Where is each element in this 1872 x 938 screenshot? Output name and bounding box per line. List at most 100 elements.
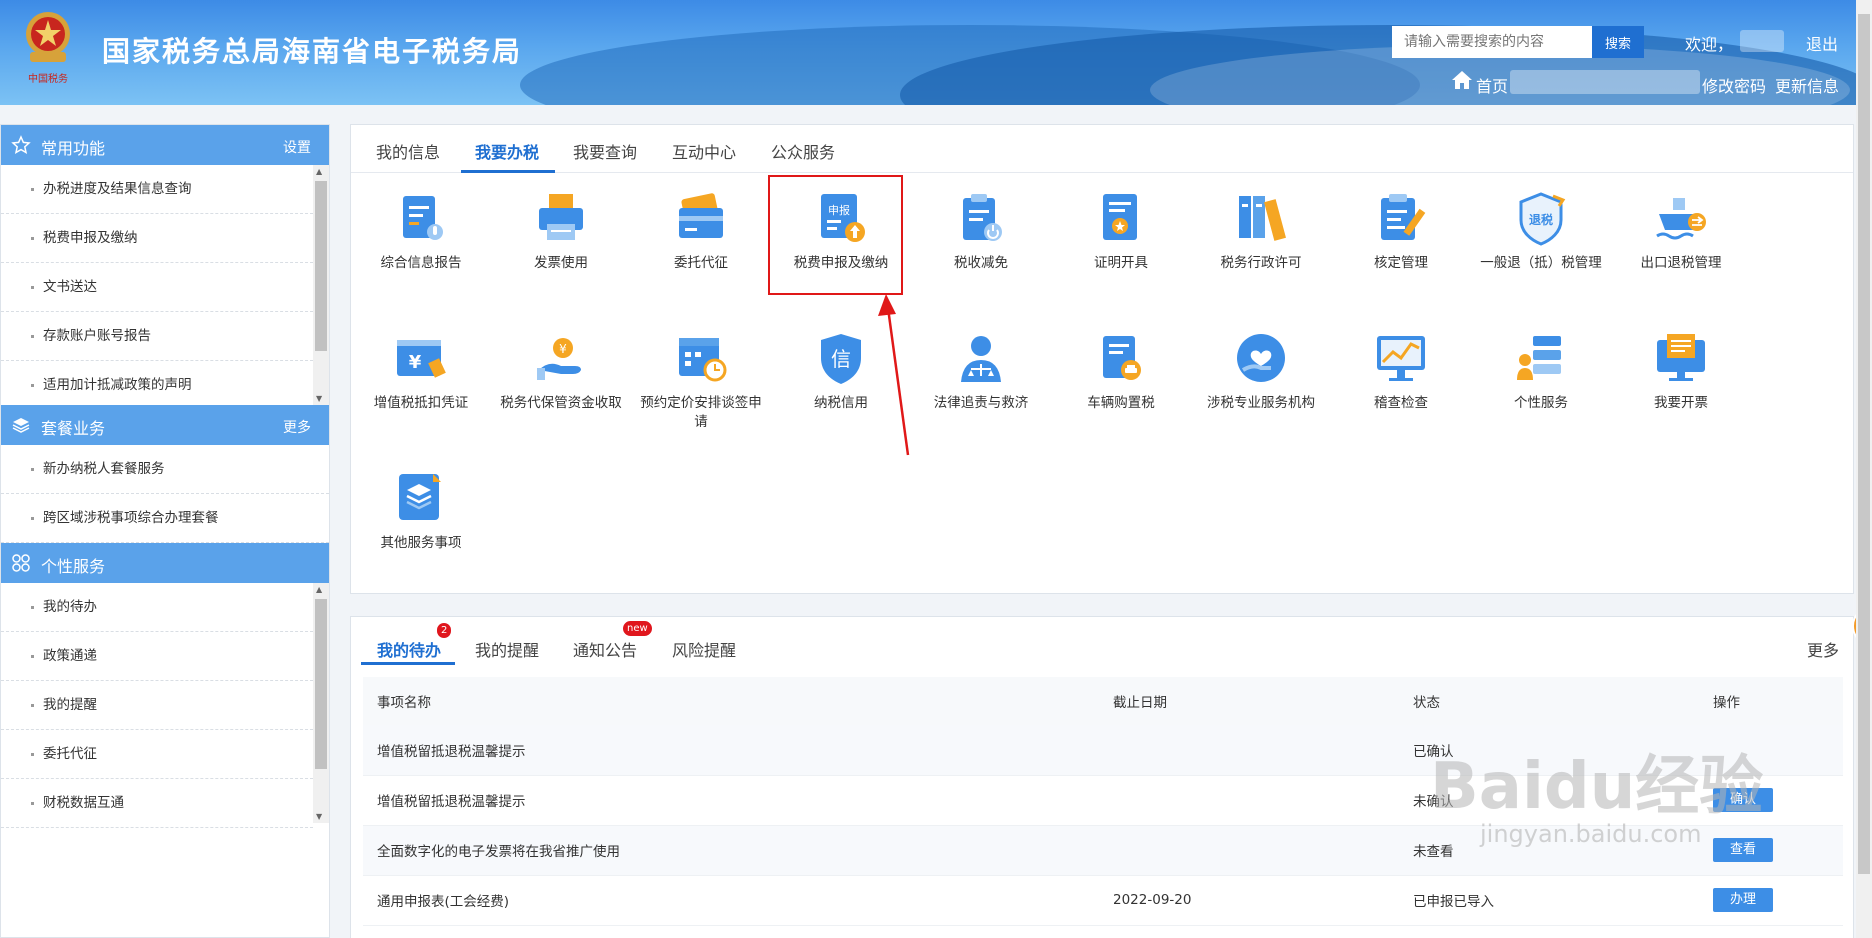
ship-icon <box>1656 198 1706 240</box>
edit-clipboard-icon <box>1381 194 1426 240</box>
sidebar-item[interactable]: 新办纳税人套餐服务 <box>1 445 329 494</box>
scroll-up-icon[interactable]: ▲ <box>316 585 322 594</box>
service-legal-remedy[interactable]: 法律追责与救济 <box>916 330 1046 413</box>
home-link[interactable]: 首页 <box>1476 73 1508 97</box>
service-professional-agency[interactable]: 涉税专业服务机构 <box>1196 330 1326 413</box>
settings-link[interactable]: 设置 <box>283 137 311 157</box>
scroll-thumb[interactable] <box>315 599 327 769</box>
service-administrative-license[interactable]: 税务行政许可 <box>1196 190 1326 273</box>
sidebar-item[interactable]: 文书送达 <box>1 263 313 312</box>
sidebar-item[interactable]: 适用加计抵减政策的声明 <box>1 361 313 410</box>
tab-tax-handling[interactable]: 我要办税 <box>475 139 539 163</box>
calendar-clock-icon <box>679 338 727 382</box>
service-export-refund[interactable]: 出口退税管理 <box>1616 190 1746 273</box>
refund-icon: 退税 <box>1519 192 1566 246</box>
service-certificate-issuance[interactable]: 证明开具 <box>1056 190 1186 273</box>
sidebar-item[interactable]: 政策通递 <box>1 632 313 681</box>
report-icon <box>403 196 443 240</box>
col-header: 截止日期 <box>1099 677 1399 725</box>
certificate-icon <box>1103 194 1137 240</box>
more-link[interactable]: 更多 <box>283 417 311 437</box>
scroll-down-icon[interactable]: ▼ <box>316 394 322 403</box>
clipboard-power-icon <box>963 194 1002 241</box>
row-name[interactable]: 通用申报表(工会经费) <box>363 875 1099 926</box>
page-scroll-thumb[interactable] <box>1858 14 1870 874</box>
tax-emblem-icon: 中国税务 <box>26 12 70 85</box>
sidebar-item[interactable]: 我的待办 <box>1 583 313 632</box>
sidebar-item[interactable]: 委托代征 <box>1 730 313 779</box>
site-header: 中国税务 国家税务总局海南省电子税务局 搜索 欢迎， 退出 首页 修改密码 更新… <box>0 0 1872 105</box>
service-other[interactable]: 其他服务事项 <box>356 470 486 553</box>
service-invoice-use[interactable]: 发票使用 <box>496 190 626 273</box>
package-list: 新办纳税人套餐服务 跨区域涉税事项综合办理套餐 <box>1 445 329 543</box>
service-personal[interactable]: 个性服务 <box>1476 330 1606 413</box>
row-deadline: 2022-09-20 <box>1099 875 1399 926</box>
sidebar-section-title: 个性服务 <box>41 557 106 576</box>
sidebar-item[interactable]: 办税进度及结果信息查询 <box>1 165 313 214</box>
tab-public-service[interactable]: 公众服务 <box>771 139 835 163</box>
logout-link[interactable]: 退出 <box>1806 31 1838 55</box>
row-name[interactable]: 增值税留抵退税温馨提示 <box>363 725 1099 776</box>
sidebar: 常用功能 设置 办税进度及结果信息查询 税费申报及缴纳 文书送达 存款账户账号报… <box>0 124 330 938</box>
service-audit-inspection[interactable]: 稽查检查 <box>1336 330 1466 413</box>
sidebar-section-personal: 个性服务 <box>1 543 329 583</box>
service-entrusted-collection[interactable]: 委托代征 <box>636 190 766 273</box>
view-button[interactable]: 查看 <box>1713 838 1773 862</box>
annotation-arrow-icon <box>878 294 910 456</box>
sidebar-item[interactable]: 我的提醒 <box>1 681 313 730</box>
baidu-watermark-url: jingyan.baidu.com <box>1480 820 1702 848</box>
page-scrollbar[interactable] <box>1856 0 1872 938</box>
service-comprehensive-report[interactable]: 综合信息报告 <box>356 190 486 273</box>
heart-hand-icon <box>1237 334 1285 382</box>
service-general-refund[interactable]: 退税 一般退（抵）税管理 <box>1476 190 1606 273</box>
service-issue-invoice[interactable]: 我要开票 <box>1616 330 1746 413</box>
service-fund-custody[interactable]: ¥ 税务代保管资金收取 <box>496 330 626 413</box>
sidebar-section-title: 常用功能 <box>41 139 106 158</box>
tab-interaction[interactable]: 互动中心 <box>672 139 736 163</box>
blurred-info <box>1510 70 1700 94</box>
service-vehicle-purchase-tax[interactable]: 车辆购置税 <box>1056 330 1186 413</box>
service-vat-deduction-voucher[interactable]: ¥ 增值税抵扣凭证 <box>356 330 486 413</box>
todo-tab-notices[interactable]: 通知公告 <box>573 637 637 661</box>
update-info-link[interactable]: 更新信息 <box>1775 73 1839 97</box>
home-icon[interactable] <box>1451 70 1473 90</box>
search-button[interactable]: 搜索 <box>1592 26 1644 58</box>
scroll-up-icon[interactable]: ▲ <box>316 167 322 176</box>
sidebar-scrollbar[interactable]: ▲ ▼ <box>313 583 329 823</box>
tab-query[interactable]: 我要查询 <box>573 139 637 163</box>
welcome-text: 欢迎， <box>1685 35 1734 54</box>
star-icon <box>11 135 31 154</box>
row-action: 办理 <box>1699 875 1843 926</box>
binders-icon <box>1239 196 1286 241</box>
todo-more-link[interactable]: 更多 <box>1807 637 1839 661</box>
row-deadline <box>1099 775 1399 826</box>
sidebar-scrollbar[interactable]: ▲ ▼ <box>313 165 329 405</box>
scroll-down-icon[interactable]: ▼ <box>316 812 322 821</box>
scroll-thumb[interactable] <box>315 181 327 351</box>
svg-text:¥: ¥ <box>559 342 567 356</box>
service-tax-reduction[interactable]: 税收减免 <box>916 190 1046 273</box>
todo-tab-risk[interactable]: 风险提醒 <box>672 637 736 661</box>
blurred-username <box>1740 30 1784 52</box>
personal-list: 我的待办 政策通递 我的提醒 委托代征 财税数据互通 <box>1 583 313 828</box>
handle-button[interactable]: 办理 <box>1713 888 1773 912</box>
service-assessment-management[interactable]: 核定管理 <box>1336 190 1466 273</box>
sidebar-item[interactable]: 跨区域涉税事项综合办理套餐 <box>1 494 329 543</box>
row-status: 已申报已导入 <box>1399 875 1699 926</box>
service-pricing-arrangement[interactable]: 预约定价安排谈签申请 <box>636 330 766 432</box>
change-password-link[interactable]: 修改密码 <box>1702 73 1766 97</box>
printer-icon <box>539 194 583 240</box>
table-row[interactable]: 通用申报表(工会经费) 2022-09-20 已申报已导入 办理 <box>363 875 1843 926</box>
tab-my-info[interactable]: 我的信息 <box>376 139 440 163</box>
todo-tab-reminders[interactable]: 我的提醒 <box>475 637 539 661</box>
sidebar-item[interactable]: 税费申报及缴纳 <box>1 214 313 263</box>
sidebar-item[interactable]: 财税数据互通 <box>1 779 313 828</box>
row-name[interactable]: 全面数字化的电子发票将在我省推广使用 <box>363 825 1099 876</box>
sidebar-item[interactable]: 存款账户账号报告 <box>1 312 313 361</box>
svg-text:退税: 退税 <box>1529 212 1553 227</box>
row-name[interactable]: 增值税留抵退税温馨提示 <box>363 775 1099 826</box>
todo-tab-my-todo[interactable]: 我的待办 <box>377 637 441 661</box>
active-todo-tab-indicator <box>361 662 455 665</box>
search-input[interactable] <box>1392 26 1592 58</box>
baidu-watermark: Baidu经验 <box>1430 750 1764 824</box>
